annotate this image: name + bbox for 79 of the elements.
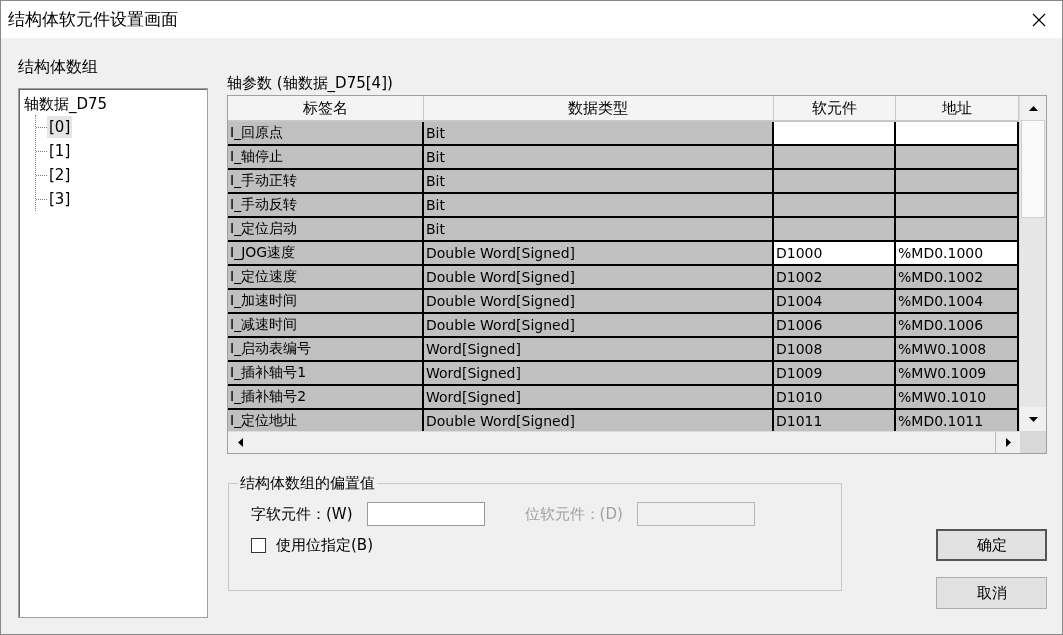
checkbox-label: 使用位指定(B) <box>276 536 373 555</box>
table-cell: Double Word[Signed] <box>423 409 773 431</box>
table-cell[interactable]: D1000 <box>773 241 895 265</box>
table-cell: Bit <box>423 169 773 193</box>
table-cell: Double Word[Signed] <box>423 241 773 265</box>
table-cell[interactable] <box>773 121 895 145</box>
table-cell[interactable] <box>895 169 1018 193</box>
tree-item[interactable]: [2] <box>47 164 73 186</box>
up-arrow-icon <box>1028 105 1038 111</box>
table-cell[interactable]: %MD0.1000 <box>895 241 1018 265</box>
field-label: 位软元件：(D) <box>524 504 623 524</box>
table-cell: I_手动正转 <box>228 169 423 193</box>
table-cell[interactable]: %MD0.1004 <box>895 289 1018 313</box>
table-cell[interactable]: %MW0.1009 <box>895 361 1018 385</box>
window-title: 结构体软元件设置画面 <box>8 8 178 31</box>
horizontal-scrollbar[interactable] <box>228 431 1020 453</box>
table-cell: Bit <box>423 121 773 145</box>
tree-item[interactable]: 轴数据_D75 <box>22 93 110 115</box>
down-arrow-icon <box>1028 416 1038 422</box>
table-cell[interactable]: D1002 <box>773 265 895 289</box>
table-cell: Bit <box>423 217 773 241</box>
dialog-button[interactable]: 取消 <box>936 577 1047 609</box>
table-cell: I_启动表编号 <box>228 337 423 361</box>
field-label: 字软元件：(W) <box>251 504 353 524</box>
section-label: 轴参数 (轴数据_D75[4]) <box>227 74 394 94</box>
table-cell[interactable]: D1010 <box>773 385 895 409</box>
table-cell: I_回原点 <box>228 121 423 145</box>
right-arrow-icon <box>1005 438 1011 447</box>
column-header[interactable]: 数据类型 <box>423 96 773 121</box>
tree-item[interactable]: [3] <box>47 188 73 210</box>
column-header[interactable]: 标签名 <box>228 96 423 121</box>
table-cell[interactable] <box>895 217 1018 241</box>
table-cell[interactable]: D1008 <box>773 337 895 361</box>
table-cell[interactable] <box>773 145 895 169</box>
table-cell: I_手动反转 <box>228 193 423 217</box>
table-cell[interactable] <box>895 145 1018 169</box>
scrollbar-corner <box>1020 431 1046 453</box>
column-header[interactable]: 软元件 <box>773 96 895 121</box>
input-field[interactable] <box>366 502 485 526</box>
table-cell[interactable] <box>773 169 895 193</box>
table-cell[interactable]: %MD0.1006 <box>895 313 1018 337</box>
table-cell[interactable]: D1004 <box>773 289 895 313</box>
dialog-button[interactable]: 确定 <box>936 529 1047 561</box>
table-cell[interactable]: %MW0.1010 <box>895 385 1018 409</box>
table-cell: Double Word[Signed] <box>423 265 773 289</box>
table-cell[interactable] <box>895 121 1018 145</box>
table-cell[interactable] <box>773 217 895 241</box>
tree-item[interactable]: [1] <box>47 140 73 162</box>
table-cell[interactable]: %MD0.1002 <box>895 265 1018 289</box>
table-cell: I_减速时间 <box>228 313 423 337</box>
left-arrow-icon <box>237 438 243 447</box>
table-cell: I_定位速度 <box>228 265 423 289</box>
section-label: 结构体数组 <box>18 57 99 78</box>
tree-item[interactable]: [0] <box>47 116 73 138</box>
table-cell: I_插补轴号1 <box>228 361 423 385</box>
table-cell: I_JOG速度 <box>228 241 423 265</box>
table-cell: I_定位启动 <box>228 217 423 241</box>
table-cell: Word[Signed] <box>423 337 773 361</box>
table-cell: Word[Signed] <box>423 361 773 385</box>
table-cell: I_插补轴号2 <box>228 385 423 409</box>
table-cell: Word[Signed] <box>423 385 773 409</box>
table-cell[interactable]: D1006 <box>773 313 895 337</box>
table-cell: I_加速时间 <box>228 289 423 313</box>
table-cell[interactable]: %MW0.1008 <box>895 337 1018 361</box>
column-header[interactable]: 地址 <box>895 96 1018 121</box>
vertical-scrollbar[interactable] <box>1019 96 1046 431</box>
table-cell: Bit <box>423 145 773 169</box>
table-cell: I_定位地址 <box>228 409 423 431</box>
checkbox[interactable] <box>251 538 266 553</box>
table-cell[interactable] <box>773 193 895 217</box>
table-cell[interactable] <box>895 193 1018 217</box>
table-cell: Bit <box>423 193 773 217</box>
table-cell: Double Word[Signed] <box>423 289 773 313</box>
table-cell: I_轴停止 <box>228 145 423 169</box>
close-icon <box>1032 12 1046 27</box>
group-title: 结构体数组的偏置值 <box>239 474 376 493</box>
table-cell[interactable]: D1009 <box>773 361 895 385</box>
scroll-thumb[interactable] <box>1021 120 1045 218</box>
table-cell: Double Word[Signed] <box>423 313 773 337</box>
